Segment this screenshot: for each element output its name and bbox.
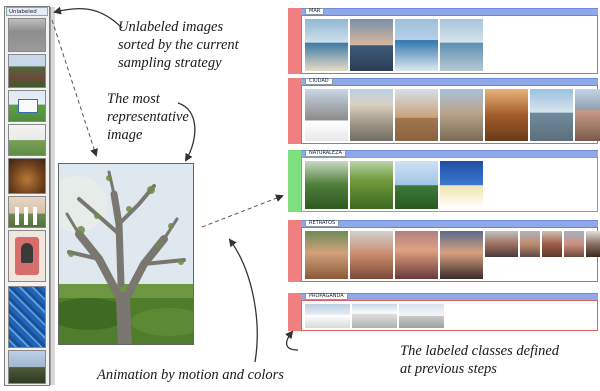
animation-arrow bbox=[228, 238, 258, 363]
unlabeled-arrow bbox=[53, 6, 123, 29]
labeled-classes-arrow bbox=[285, 330, 299, 351]
annotation-arrows bbox=[51, 6, 299, 363]
representative-arrow bbox=[177, 102, 196, 162]
strip-to-featured-arrow bbox=[51, 19, 98, 157]
featured-to-classes-arrow bbox=[201, 194, 284, 228]
